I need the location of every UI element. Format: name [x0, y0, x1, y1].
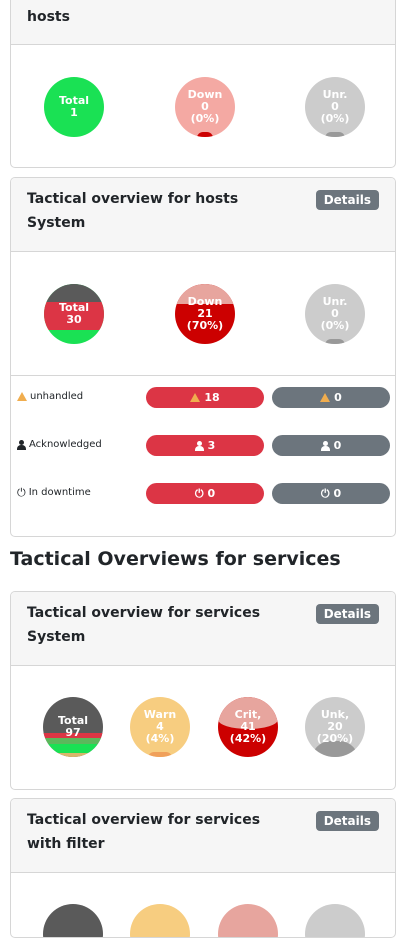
card-header: Tactical overview for services with filte…: [11, 799, 395, 873]
card-title: hosts: [27, 9, 70, 25]
user-icon: [17, 439, 26, 450]
warning-services-circle[interactable]: [130, 904, 190, 937]
user-icon: [194, 440, 204, 451]
downtime-down-badge[interactable]: ⏻ 0: [146, 483, 264, 504]
hosts-system-card: Tactical overview for hosts System Detail…: [10, 177, 396, 537]
card-title: Tactical overview for hosts System: [27, 191, 239, 231]
downtime-unreachable-badge[interactable]: ⏻ 0: [272, 483, 390, 504]
unknown-services-circle[interactable]: Unk, 20 (20%): [305, 697, 365, 757]
unreachable-hosts-circle[interactable]: Unr. 0 (0%): [305, 284, 365, 344]
power-icon: ⏻: [320, 487, 330, 500]
warning-icon: [320, 393, 331, 402]
divider: [11, 375, 395, 376]
down-hosts-circle[interactable]: Down 0 (0%): [175, 77, 235, 137]
unknown-services-circle[interactable]: [305, 904, 365, 937]
acknowledged-row: Acknowledged 3 0: [11, 435, 395, 457]
downtime-row: ⏻ In downtime ⏻ 0 ⏻ 0: [11, 483, 395, 505]
total-hosts-circle[interactable]: Total 1: [44, 77, 104, 137]
hosts-overview-card: hosts Total 1 Down 0 (0%) Unr. 0 (0%): [10, 0, 396, 168]
total-services-circle[interactable]: Total 97: [43, 697, 103, 757]
warning-icon: [17, 392, 27, 401]
services-system-card: Tactical overview for services System Det…: [10, 591, 396, 790]
acknowledged-unreachable-badge[interactable]: 0: [272, 435, 390, 456]
critical-services-circle[interactable]: Crit, 41 (42%): [218, 697, 278, 757]
card-title: Tactical overview for services with filte…: [27, 812, 261, 852]
unreachable-hosts-circle[interactable]: Unr. 0 (0%): [305, 77, 365, 137]
card-header: Tactical overview for services System Det…: [11, 592, 395, 666]
acknowledged-down-badge[interactable]: 3: [146, 435, 264, 456]
warning-icon: [190, 393, 201, 402]
unhandled-row: unhandled 18 0: [11, 387, 395, 409]
details-button[interactable]: Details: [315, 811, 379, 831]
power-icon: ⏻: [194, 487, 204, 500]
details-button[interactable]: Details: [315, 190, 379, 210]
total-services-circle[interactable]: [43, 904, 103, 937]
down-hosts-circle[interactable]: Down 21 (70%): [175, 284, 235, 344]
details-button[interactable]: Details: [315, 604, 379, 624]
services-filter-card: Tactical overview for services with filte…: [10, 798, 396, 938]
power-icon: ⏻: [17, 486, 26, 499]
warning-services-circle[interactable]: Warn 4 (4%): [130, 697, 190, 757]
total-hosts-circle[interactable]: Total 30: [44, 284, 104, 344]
card-header: Tactical overview for hosts System Detail…: [11, 178, 395, 252]
services-section-title: Tactical Overviews for services: [10, 548, 341, 570]
card-header: hosts: [11, 0, 395, 45]
unhandled-down-badge[interactable]: 18: [146, 387, 264, 408]
critical-services-circle[interactable]: [218, 904, 278, 937]
unhandled-unreachable-badge[interactable]: 0: [272, 387, 390, 408]
user-icon: [320, 440, 330, 451]
card-title: Tactical overview for services System: [27, 605, 261, 645]
